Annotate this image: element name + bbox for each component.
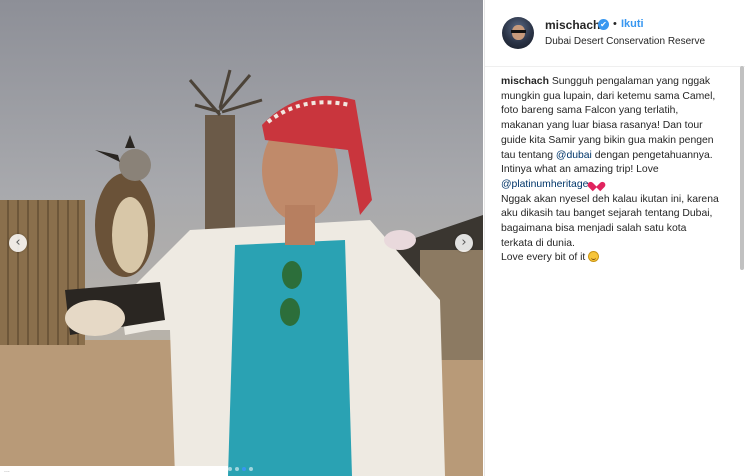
caption-text: Sungguh pengalaman yang nggak mungkin gu… — [501, 76, 716, 161]
photo-caption-strip: ... — [0, 466, 228, 476]
carousel-dot-active[interactable] — [242, 467, 246, 471]
carousel-indicator — [228, 467, 253, 471]
caption-text: Nggak akan nyesel deh kalau ikutan ini, … — [501, 193, 719, 249]
post-photo[interactable]: ‹ › ... — [0, 0, 483, 476]
verified-badge-icon: ✔ — [598, 19, 609, 30]
heart-emoji-icon — [591, 178, 602, 188]
follow-button[interactable]: Ikuti — [621, 18, 644, 30]
post-header: mischach ✔ • Ikuti Dubai Desert Conserva… — [485, 0, 745, 67]
separator-dot: • — [613, 18, 617, 30]
carousel-next-button[interactable]: › — [455, 234, 473, 252]
avatar[interactable] — [502, 17, 534, 49]
username-link[interactable]: mischach — [545, 18, 600, 32]
mention-dubai-link[interactable]: @dubai — [556, 150, 592, 161]
location-link[interactable]: Dubai Desert Conservation Reserve — [545, 36, 705, 47]
caption-text: Love every bit of it — [501, 252, 589, 264]
caption-scrollbar[interactable] — [740, 66, 744, 270]
carousel-dot[interactable] — [235, 467, 239, 471]
carousel-prev-button[interactable]: ‹ — [9, 234, 27, 252]
carousel-dot[interactable] — [228, 467, 232, 471]
post-side-panel: mischach ✔ • Ikuti Dubai Desert Conserva… — [484, 0, 745, 476]
photo-illustration — [0, 69, 483, 476]
mention-platinumheritage-link[interactable]: @platinumheritage — [501, 179, 588, 190]
post-caption: mischach Sungguh pengalaman yang nggak m… — [501, 75, 719, 266]
avatar-glasses — [511, 30, 526, 33]
smiley-emoji-icon — [588, 251, 600, 263]
caption-author-link[interactable]: mischach — [501, 76, 549, 87]
carousel-dot[interactable] — [249, 467, 253, 471]
